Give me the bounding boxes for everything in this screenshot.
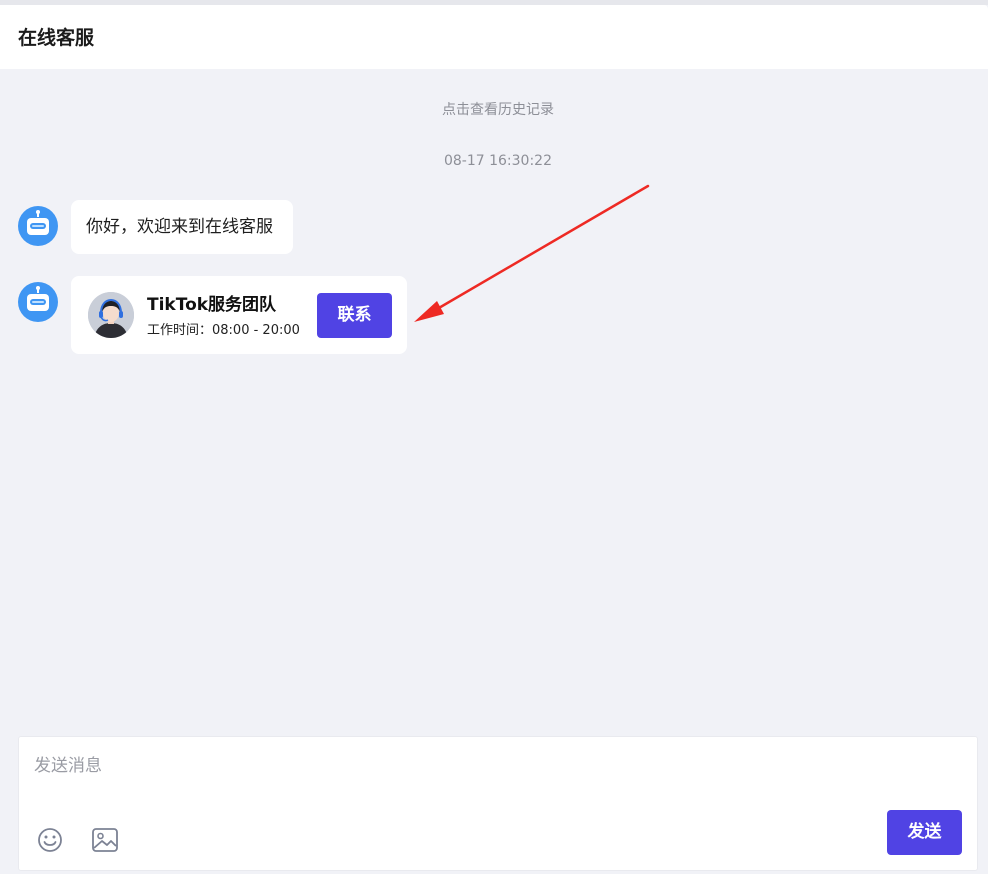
image-icon[interactable]: [90, 825, 120, 855]
team-name: TikTok服务团队: [147, 295, 277, 315]
working-hours: 工作时间：08:00 - 20:00: [147, 323, 300, 338]
bot-avatar: [18, 282, 58, 322]
contact-button[interactable]: 联系: [317, 293, 392, 338]
message-text: 你好，欢迎来到在线客服: [86, 217, 273, 237]
emoji-icon[interactable]: [35, 825, 65, 855]
support-agent-icon: [88, 292, 134, 338]
message-bubble: 你好，欢迎来到在线客服: [71, 200, 293, 254]
message-input[interactable]: [34, 753, 954, 779]
page-title: 在线客服: [18, 27, 95, 49]
message-timestamp: 08-17 16:30:22: [443, 153, 552, 169]
robot-icon: [27, 286, 49, 311]
view-history-link[interactable]: 点击查看历史记录: [0, 100, 988, 120]
bot-avatar: [18, 206, 58, 246]
service-card: TikTok服务团队 工作时间：08:00 - 20:00 联系: [71, 276, 407, 354]
robot-icon: [27, 210, 49, 235]
send-button[interactable]: 发送: [887, 810, 962, 855]
agent-avatar: [88, 292, 134, 338]
chat-header: 在线客服: [0, 5, 988, 69]
message-composer: 发送: [18, 736, 978, 871]
